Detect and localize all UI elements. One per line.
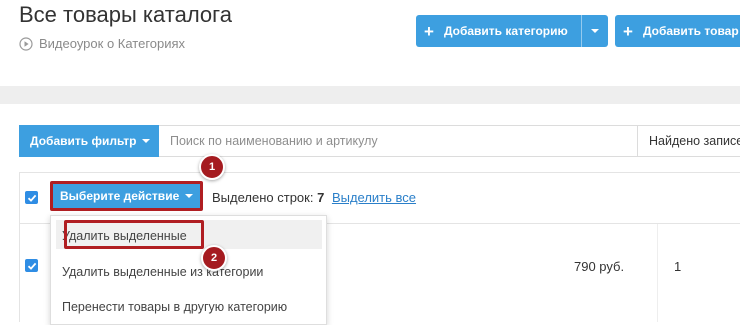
caret-down-icon (142, 139, 151, 143)
found-records-label: Найдено записей (649, 134, 740, 148)
highlight-frame (50, 181, 203, 211)
add-product-button[interactable]: + Добавить товар (615, 15, 740, 47)
checkmark-icon (27, 262, 36, 270)
add-filter-label: Добавить фильтр (30, 134, 137, 148)
video-tutorial-link[interactable]: Видеоурок о Категориях (19, 36, 185, 51)
product-quantity: 1 (674, 259, 682, 274)
step-badge-2: 2 (201, 245, 227, 271)
caret-down-icon (591, 29, 599, 33)
row-checkbox[interactable] (25, 259, 38, 272)
add-product-label: Добавить товар (642, 24, 739, 38)
selected-rows-label: Выделено строк: (212, 190, 314, 205)
menu-item-move-to-category[interactable]: Перенести товары в другую категорию (62, 300, 287, 314)
add-category-dropdown-toggle[interactable] (581, 15, 608, 47)
search-input[interactable] (160, 126, 636, 156)
menu-item-remove-from-category[interactable]: Удалить выделенные из категории (62, 265, 263, 279)
product-price: 790 руб. (574, 259, 625, 274)
divider (637, 125, 638, 157)
highlight-frame (64, 220, 204, 249)
add-category-button[interactable]: + Добавить категорию (416, 15, 608, 47)
plus-icon: + (424, 21, 434, 41)
play-circle-icon (19, 36, 33, 51)
selected-rows-count: 7 (317, 190, 325, 205)
video-tutorial-label: Видеоурок о Категориях (39, 36, 186, 51)
plus-icon: + (623, 21, 633, 41)
checkmark-icon (27, 194, 36, 202)
selection-summary: Выделено строк: 7 Выделить все (212, 190, 416, 205)
step-badge-1: 1 (199, 154, 225, 180)
add-category-label: Добавить категорию (443, 24, 568, 38)
select-all-link[interactable]: Выделить все (332, 190, 416, 205)
page-title: Все товары каталога (19, 2, 232, 27)
section-divider (0, 86, 740, 104)
column-divider (657, 224, 658, 322)
select-all-checkbox[interactable] (25, 191, 38, 204)
add-filter-button[interactable]: Добавить фильтр (19, 125, 159, 157)
